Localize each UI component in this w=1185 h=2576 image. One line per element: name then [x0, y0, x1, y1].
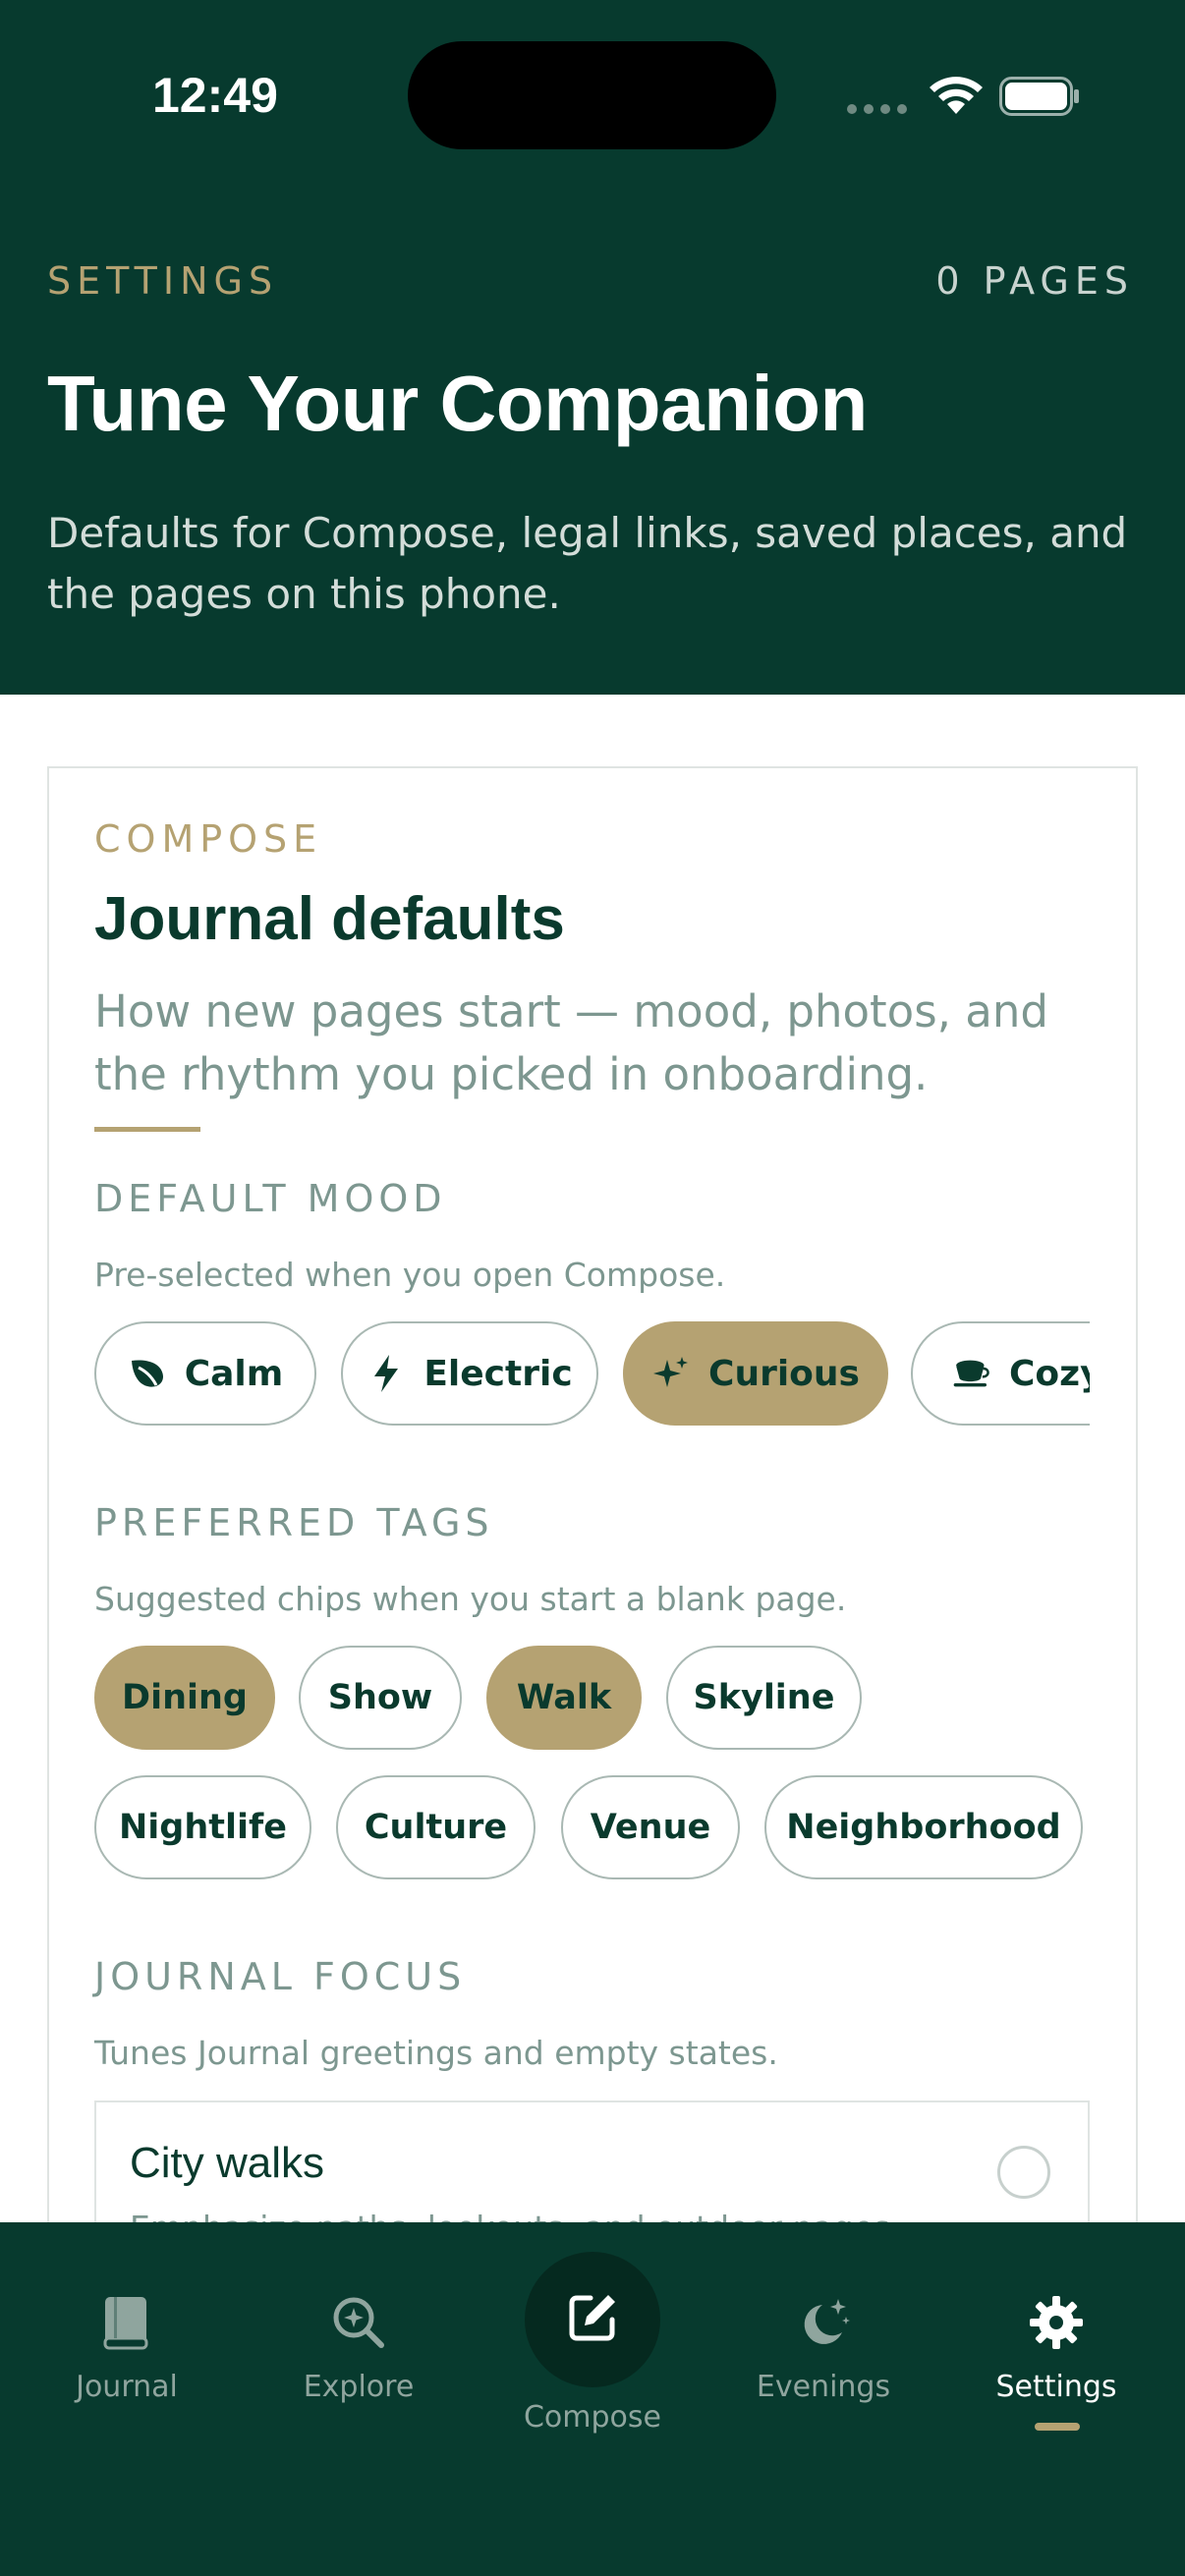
- focus-radio-button[interactable]: [997, 2146, 1050, 2199]
- mood-chip-row[interactable]: Calm Electric Curious Cozy: [94, 1321, 1090, 1428]
- tab-settings[interactable]: Settings: [958, 2289, 1155, 2407]
- page-count: 0 PAGES: [935, 259, 1134, 303]
- default-mood-label: DEFAULT MOOD: [94, 1177, 447, 1220]
- card-subtitle: How new pages start — mood, photos, and …: [94, 985, 1048, 1100]
- tag-chip-show[interactable]: Show: [299, 1646, 462, 1750]
- mood-chip-curious[interactable]: Curious: [623, 1321, 888, 1426]
- page-title: Tune Your Companion: [47, 360, 868, 447]
- page-subtitle: Defaults for Compose, legal links, saved…: [47, 509, 1128, 618]
- tab-compose-label: Compose: [523, 2400, 661, 2435]
- book-icon: [102, 2289, 151, 2356]
- preferred-tags-label: PREFERRED TAGS: [94, 1501, 494, 1544]
- tag-chip-nightlife[interactable]: Nightlife: [94, 1775, 311, 1879]
- mood-chip-label: Cozy: [1009, 1353, 1090, 1394]
- card-eyebrow: COMPOSE: [94, 817, 323, 861]
- preferred-tags-help: Suggested chips when you start a blank p…: [94, 1580, 847, 1618]
- tag-chip-walk[interactable]: Walk: [486, 1646, 642, 1750]
- moon-stars-icon: [795, 2289, 852, 2356]
- status-icons: [847, 71, 1083, 122]
- compose-edit-icon: [565, 2290, 620, 2349]
- mood-chip-calm[interactable]: Calm: [94, 1321, 316, 1426]
- active-tab-indicator: [1035, 2423, 1080, 2431]
- focus-option-title: City walks: [130, 2139, 325, 2187]
- leaf-icon: [128, 1354, 167, 1393]
- status-time: 12:49: [152, 68, 278, 123]
- cup-icon: [952, 1354, 991, 1393]
- tab-evenings[interactable]: Evenings: [725, 2289, 922, 2407]
- gear-icon: [1028, 2289, 1085, 2356]
- mood-chip-label: Electric: [423, 1353, 573, 1394]
- journal-focus-help: Tunes Journal greetings and empty states…: [94, 2034, 778, 2072]
- journal-focus-label: JOURNAL FOCUS: [94, 1955, 467, 1998]
- tab-explore[interactable]: Explore: [260, 2289, 457, 2407]
- explore-search-icon: [331, 2289, 386, 2356]
- bolt-icon: [367, 1354, 406, 1393]
- divider: [94, 1127, 200, 1132]
- card-title: Journal defaults: [94, 885, 565, 953]
- mood-chip-label: Curious: [708, 1353, 860, 1394]
- cellular-signal-icon: [847, 104, 907, 114]
- sparkle-icon: [651, 1354, 691, 1393]
- mood-chip-cozy[interactable]: Cozy: [911, 1321, 1090, 1426]
- dynamic-island: [408, 41, 776, 149]
- tag-chip-culture[interactable]: Culture: [336, 1775, 536, 1879]
- tag-chip-neighborhood[interactable]: Neighborhood: [764, 1775, 1083, 1879]
- tab-compose[interactable]: [525, 2252, 660, 2387]
- tag-chip-skyline[interactable]: Skyline: [666, 1646, 862, 1750]
- mood-chip-label: Calm: [184, 1353, 284, 1394]
- battery-icon: [999, 77, 1079, 116]
- header-eyebrow: SETTINGS: [47, 259, 279, 303]
- wifi-icon: [930, 77, 983, 114]
- tag-chip-venue[interactable]: Venue: [561, 1775, 740, 1879]
- tag-chip-dining[interactable]: Dining: [94, 1646, 275, 1750]
- default-mood-help: Pre-selected when you open Compose.: [94, 1256, 726, 1294]
- mood-chip-electric[interactable]: Electric: [341, 1321, 598, 1426]
- tab-journal[interactable]: Journal: [28, 2289, 225, 2407]
